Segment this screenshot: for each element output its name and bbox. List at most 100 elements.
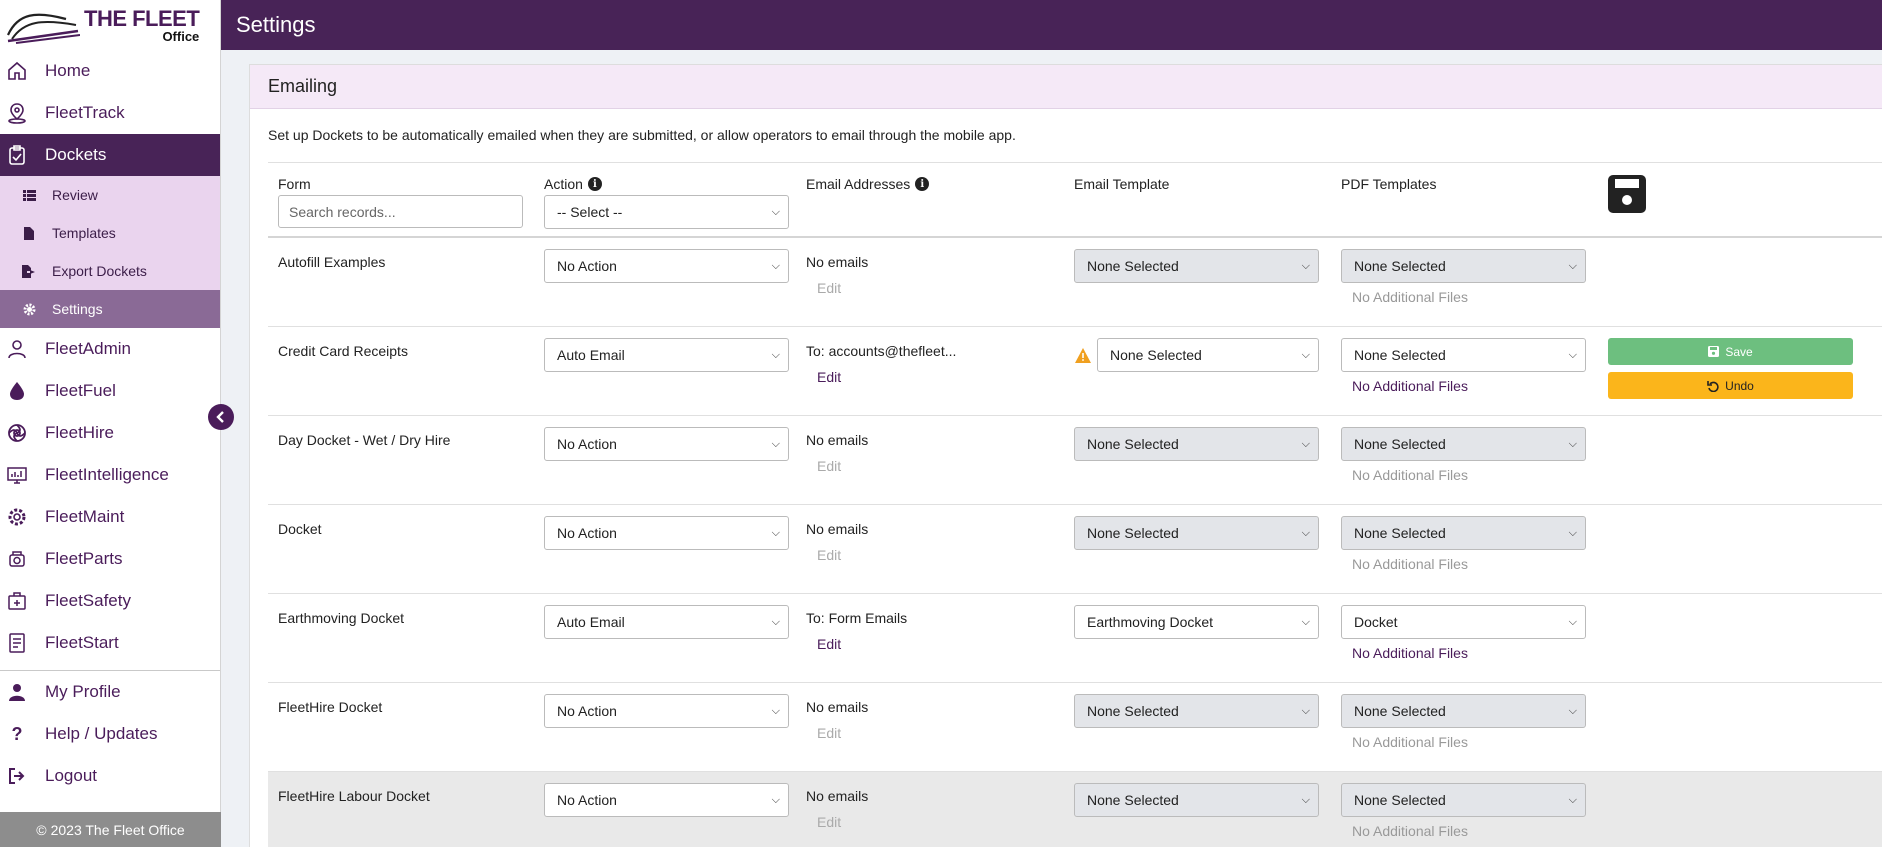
action-select[interactable]: No Action ⌵ (544, 516, 789, 550)
emailing-panel: Emailing Set up Dockets to be automatica… (249, 64, 1882, 847)
sidebar-item-label: FleetHire (45, 423, 114, 442)
sidebar-subitem-label: Settings (52, 301, 103, 317)
table-row: FleetHire Labour Docket No Action ⌵ No em… (268, 772, 1882, 847)
sidebar-item-fleetintelligence[interactable]: FleetIntelligence (0, 454, 220, 496)
chevron-down-icon: ⌵ (771, 615, 780, 628)
sidebar-item-fleetadmin[interactable]: FleetAdmin (0, 328, 220, 370)
additional-files-link[interactable]: No Additional Files (1352, 289, 1468, 305)
chevron-down-icon: ⌵ (1301, 704, 1310, 717)
email-template-select[interactable]: None Selected ⌵ (1097, 338, 1319, 372)
chevron-down-icon: ⌵ (1568, 704, 1577, 717)
email-template-select[interactable]: None Selected ⌵ (1074, 249, 1319, 283)
chevron-down-icon: ⌵ (1568, 615, 1577, 628)
chevron-down-icon: ⌵ (771, 348, 780, 361)
sidebar-item-label: FleetStart (45, 633, 119, 652)
additional-files-link[interactable]: No Additional Files (1352, 378, 1468, 394)
logo[interactable]: THE FLEET Office (0, 0, 220, 50)
form-name: Credit Card Receipts (278, 343, 408, 359)
edit-emails-link[interactable]: Edit (817, 814, 841, 830)
additional-files-link[interactable]: No Additional Files (1352, 645, 1468, 661)
pdf-template-select[interactable]: None Selected ⌵ (1341, 516, 1586, 550)
email-template-select[interactable]: None Selected ⌵ (1074, 516, 1319, 550)
row-save-button[interactable]: Save (1608, 338, 1853, 365)
additional-files-link[interactable]: No Additional Files (1352, 823, 1468, 839)
info-icon[interactable]: i (915, 177, 930, 191)
column-header-pdf-templates: PDF Templates (1341, 176, 1437, 192)
sidebar-item-my-profile[interactable]: My Profile (0, 671, 220, 713)
email-template-select[interactable]: None Selected ⌵ (1074, 427, 1319, 461)
email-template-select[interactable]: None Selected ⌵ (1074, 694, 1319, 728)
chevron-down-icon: ⌵ (1301, 615, 1310, 628)
pdf-template-select[interactable]: None Selected ⌵ (1341, 427, 1586, 461)
column-header-action: Action i (544, 176, 602, 192)
sidebar-item-review[interactable]: Review (0, 176, 220, 214)
logout-icon (6, 765, 28, 787)
action-select[interactable]: Auto Email ⌵ (544, 605, 789, 639)
additional-files-link[interactable]: No Additional Files (1352, 734, 1468, 750)
warning-icon (1075, 348, 1091, 368)
pdf-template-select[interactable]: None Selected ⌵ (1341, 694, 1586, 728)
action-select[interactable]: No Action ⌵ (544, 249, 789, 283)
edit-emails-link[interactable]: Edit (817, 280, 841, 296)
logo-subtitle: Office (162, 28, 200, 44)
pdf-template-select[interactable]: None Selected ⌵ (1341, 783, 1586, 817)
sidebar-item-help[interactable]: ? Help / Updates (0, 713, 220, 755)
sidebar-item-fleetfuel[interactable]: FleetFuel (0, 370, 220, 412)
sidebar-item-logout[interactable]: Logout (0, 755, 220, 797)
table-row: Credit Card Receipts Auto Email ⌵ To: acc… (268, 327, 1882, 416)
search-input[interactable] (278, 195, 523, 228)
dockets-submenu: Review Templates Export Dockets Settings (0, 176, 220, 328)
chevron-down-icon: ⌵ (1301, 259, 1310, 272)
table-row: Earthmoving Docket Auto Email ⌵ To: Form … (268, 594, 1882, 683)
logo-swoosh-icon (6, 13, 80, 44)
logo-title: THE FLEET (84, 5, 200, 31)
edit-emails-link[interactable]: Edit (817, 369, 841, 385)
sidebar-item-settings[interactable]: Settings (0, 290, 220, 328)
file-icon (22, 226, 36, 240)
sidebar-item-fleetstart[interactable]: FleetStart (0, 622, 220, 664)
action-select[interactable]: Auto Email ⌵ (544, 338, 789, 372)
home-icon (6, 60, 28, 82)
info-icon[interactable]: i (587, 177, 602, 191)
row-undo-button[interactable]: Undo (1608, 372, 1853, 399)
panel-title: Emailing (268, 76, 338, 96)
additional-files-link[interactable]: No Additional Files (1352, 556, 1468, 572)
hire-swirl-icon (6, 422, 28, 444)
sidebar-item-dockets[interactable]: Dockets (0, 134, 220, 176)
sidebar-item-label: Logout (45, 766, 97, 785)
sidebar-item-fleetparts[interactable]: FleetParts (0, 538, 220, 580)
additional-files-link[interactable]: No Additional Files (1352, 467, 1468, 483)
save-all-button[interactable] (1608, 175, 1646, 218)
pdf-template-select[interactable]: None Selected ⌵ (1341, 249, 1586, 283)
column-header-email-addresses: Email Addresses i (806, 176, 930, 192)
edit-emails-link[interactable]: Edit (817, 725, 841, 741)
email-template-select[interactable]: None Selected ⌵ (1074, 783, 1319, 817)
email-template-select[interactable]: Earthmoving Docket ⌵ (1074, 605, 1319, 639)
sidebar-item-templates[interactable]: Templates (0, 214, 220, 252)
sidebar-item-fleethire[interactable]: FleetHire (0, 412, 220, 454)
edit-emails-link[interactable]: Edit (817, 458, 841, 474)
sidebar-subitem-label: Export Dockets (52, 263, 147, 279)
sidebar-item-label: My Profile (45, 682, 121, 701)
edit-emails-link[interactable]: Edit (817, 547, 841, 563)
table-header-row: Form Actioni -- Select --⌵ Email Address… (268, 162, 1882, 238)
sidebar-item-fleettrack[interactable]: FleetTrack (0, 92, 220, 134)
chevron-down-icon: ⌵ (771, 526, 780, 539)
sidebar-item-home[interactable]: Home (0, 50, 220, 92)
edit-emails-link[interactable]: Edit (817, 636, 841, 652)
action-filter-select[interactable]: -- Select -- ⌵ (544, 195, 789, 229)
user-admin-icon (6, 338, 28, 360)
sidebar-item-fleetmaint[interactable]: FleetMaint (0, 496, 220, 538)
safety-icon (6, 590, 28, 612)
pdf-template-select[interactable]: None Selected ⌵ (1341, 338, 1586, 372)
table-row: Day Docket - Wet / Dry Hire No Action ⌵ N… (268, 416, 1882, 505)
collapse-sidebar-button[interactable] (208, 404, 234, 430)
action-select[interactable]: No Action ⌵ (544, 427, 789, 461)
sidebar-item-fleetsafety[interactable]: FleetSafety (0, 580, 220, 622)
floppy-disk-icon (1708, 346, 1720, 357)
pdf-template-select[interactable]: Docket ⌵ (1341, 605, 1586, 639)
action-select[interactable]: No Action ⌵ (544, 783, 789, 817)
action-select[interactable]: No Action ⌵ (544, 694, 789, 728)
sidebar-item-export-dockets[interactable]: Export Dockets (0, 252, 220, 290)
question-icon: ? (11, 723, 23, 744)
